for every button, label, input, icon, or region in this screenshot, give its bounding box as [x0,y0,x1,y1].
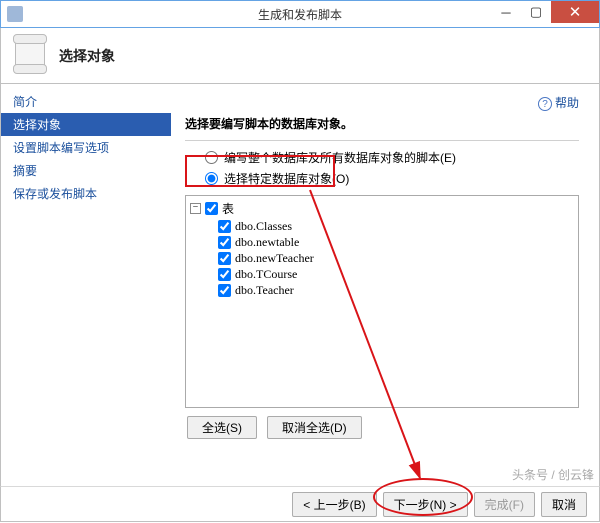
next-button[interactable]: 下一步(N) > [383,492,468,517]
tree-label-item: dbo.TCourse [235,267,297,282]
tree-label-item: dbo.Teacher [235,283,294,298]
radio-entire-label: 编写整个数据库及所有数据库对象的脚本(E) [224,149,456,166]
sidebar-item-intro[interactable]: 简介 [1,90,171,113]
object-tree: − 表 dbo.Classes dbo.newtable dbo.newTeac… [185,195,579,408]
content-pane: ?帮助 选择要编写脚本的数据库对象。 编写整个数据库及所有数据库对象的脚本(E)… [171,84,599,486]
page-title: 选择对象 [59,46,115,66]
tree-label-tables: 表 [222,200,234,217]
sidebar-item-choose-objects[interactable]: 选择对象 [1,113,171,136]
watermark: 头条号 / 创云锋 [512,466,594,483]
checkbox-item[interactable] [218,220,231,233]
tree-node-item[interactable]: dbo.newtable [218,234,578,250]
checkbox-item[interactable] [218,284,231,297]
checkbox-item[interactable] [218,236,231,249]
sidebar-item-save-publish[interactable]: 保存或发布脚本 [1,182,171,205]
wizard-steps-sidebar: 简介 选择对象 设置脚本编写选项 摘要 保存或发布脚本 [1,84,171,486]
main-area: 简介 选择对象 设置脚本编写选项 摘要 保存或发布脚本 ?帮助 选择要编写脚本的… [0,84,600,486]
tree-node-tables[interactable]: − 表 [190,200,578,216]
radio-script-entire-db[interactable]: 编写整个数据库及所有数据库对象的脚本(E) [205,149,579,166]
back-button[interactable]: < 上一步(B) [292,492,376,517]
checkbox-item[interactable] [218,268,231,281]
minimize-button[interactable]: ─ [491,1,521,23]
script-icon [15,36,49,76]
tree-label-item: dbo.newtable [235,235,299,250]
radio-select-specific[interactable]: 选择特定数据库对象(O) [205,170,579,187]
app-icon [7,6,23,22]
instruction-text: 选择要编写脚本的数据库对象。 [185,115,579,132]
help-link[interactable]: ?帮助 [185,94,579,111]
tree-node-item[interactable]: dbo.Classes [218,218,578,234]
sidebar-item-script-options[interactable]: 设置脚本编写选项 [1,136,171,159]
deselect-all-button[interactable]: 取消全选(D) [267,416,362,439]
help-icon: ? [538,97,552,111]
tree-node-item[interactable]: dbo.newTeacher [218,250,578,266]
window-title: 生成和发布脚本 [258,6,342,23]
wizard-header: 选择对象 [0,28,600,84]
collapse-icon[interactable]: − [190,203,201,214]
maximize-button[interactable]: ▢ [521,1,551,23]
selection-buttons: 全选(S) 取消全选(D) [187,416,579,439]
tree-label-item: dbo.Classes [235,219,292,234]
close-button[interactable]: ✕ [551,1,599,23]
checkbox-tables[interactable] [205,202,218,215]
radio-specific-label: 选择特定数据库对象(O) [224,170,349,187]
tree-node-item[interactable]: dbo.TCourse [218,266,578,282]
tree-node-item[interactable]: dbo.Teacher [218,282,578,298]
tree-label-item: dbo.newTeacher [235,251,314,266]
cancel-button[interactable]: 取消 [541,492,587,517]
titlebar: 生成和发布脚本 ─ ▢ ✕ [0,0,600,28]
select-all-button[interactable]: 全选(S) [187,416,257,439]
checkbox-item[interactable] [218,252,231,265]
wizard-footer: < 上一步(B) 下一步(N) > 完成(F) 取消 [0,486,600,522]
radio-specific-input[interactable] [205,172,218,185]
divider [185,140,579,141]
finish-button: 完成(F) [474,492,535,517]
window-controls: ─ ▢ ✕ [491,1,599,24]
sidebar-item-summary[interactable]: 摘要 [1,159,171,182]
radio-entire-input[interactable] [205,151,218,164]
